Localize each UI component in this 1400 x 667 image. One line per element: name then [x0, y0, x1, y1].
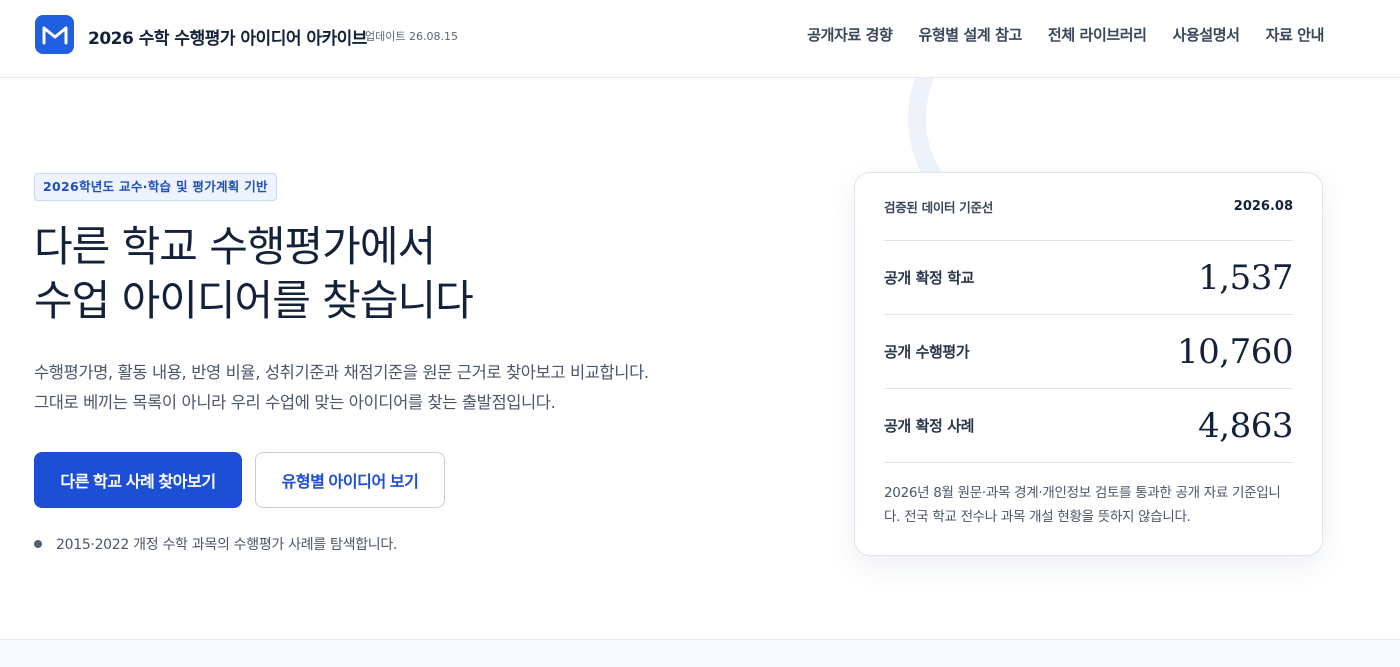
stats-footnote: 2026년 8월 원문·과목 경계·개인정보 검토를 통과한 공개 자료 기준입… [884, 463, 1293, 529]
hero-desc-line2: 그대로 베끼는 목록이 아니라 우리 수업에 맞는 아이디어를 찾는 출발점입니… [34, 393, 556, 412]
nav-full-library[interactable]: 전체 라이브러리 [1048, 24, 1147, 45]
m-logo-glyph [42, 26, 67, 44]
hero-title-line1: 다른 학교 수행평가에서 [34, 222, 436, 271]
hero-title-line2: 수업 아이디어를 찾습니다 [34, 276, 474, 325]
hero-title: 다른 학교 수행평가에서 수업 아이디어를 찾습니다 [34, 220, 474, 328]
baseline-label: 검증된 데이터 기준선 [884, 200, 993, 215]
decorative-arc [908, 78, 1028, 178]
nav-design-reference[interactable]: 유형별 설계 참고 [918, 24, 1022, 45]
update-date: 업데이트 26.08.15 [365, 30, 458, 43]
bullet-dot-icon [34, 540, 42, 548]
stats-card: 검증된 데이터 기준선 2026.08 공개 확정 학교 1,537 공개 수행… [854, 172, 1323, 556]
hero-description: 수행평가명, 활동 내용, 반영 비율, 성취기준과 채점기준을 원문 근거로 … [34, 358, 649, 418]
m-logo-icon[interactable] [35, 15, 74, 54]
stat-value: 1,537 [1198, 257, 1293, 298]
stat-row-cases: 공개 확정 사례 4,863 [884, 389, 1293, 463]
plan-badge: 2026학년도 교수·학습 및 평가계획 기반 [34, 173, 277, 201]
baseline-date: 2026.08 [1233, 199, 1293, 214]
hero-desc-line1: 수행평가명, 활동 내용, 반영 비율, 성취기준과 채점기준을 원문 근거로 … [34, 363, 649, 382]
footnote-line2: 다. 전국 학교 전수나 과목 개설 현황을 뜻하지 않습니다. [884, 509, 1191, 525]
site-title[interactable]: 2026 수학 수행평가 아이디어 아카이브 [88, 24, 367, 49]
stat-label: 공개 수행평가 [884, 343, 970, 361]
main-nav: 공개자료 경향 유형별 설계 참고 전체 라이브러리 사용설명서 자료 안내 [807, 24, 1324, 45]
site-header: 2026 수학 수행평가 아이디어 아카이브 업데이트 26.08.15 공개자… [0, 0, 1400, 78]
find-school-cases-button[interactable]: 다른 학교 사례 찾아보기 [34, 452, 242, 508]
next-section-band [0, 639, 1400, 667]
stat-row-schools: 공개 확정 학교 1,537 [884, 241, 1293, 315]
view-ideas-by-type-button[interactable]: 유형별 아이디어 보기 [255, 452, 445, 508]
footnote-line1: 2026년 8월 원문·과목 경계·개인정보 검토를 통과한 공개 자료 기준입… [884, 485, 1281, 501]
curriculum-note: 2015·2022 개정 수학 과목의 수행평가 사례를 탐색합니다. [34, 534, 397, 554]
nav-public-trends[interactable]: 공개자료 경향 [807, 24, 893, 45]
stat-value: 10,760 [1177, 331, 1293, 372]
curriculum-note-text: 2015·2022 개정 수학 과목의 수행평가 사례를 탐색합니다. [56, 537, 398, 553]
nav-user-guide[interactable]: 사용설명서 [1173, 24, 1240, 45]
stat-row-assessments: 공개 수행평가 10,760 [884, 315, 1293, 389]
stat-label: 공개 확정 학교 [884, 269, 975, 287]
stat-value: 4,863 [1198, 405, 1293, 446]
nav-data-info[interactable]: 자료 안내 [1266, 24, 1325, 45]
stats-card-header: 검증된 데이터 기준선 2026.08 [884, 173, 1293, 241]
stat-label: 공개 확정 사례 [884, 417, 975, 435]
